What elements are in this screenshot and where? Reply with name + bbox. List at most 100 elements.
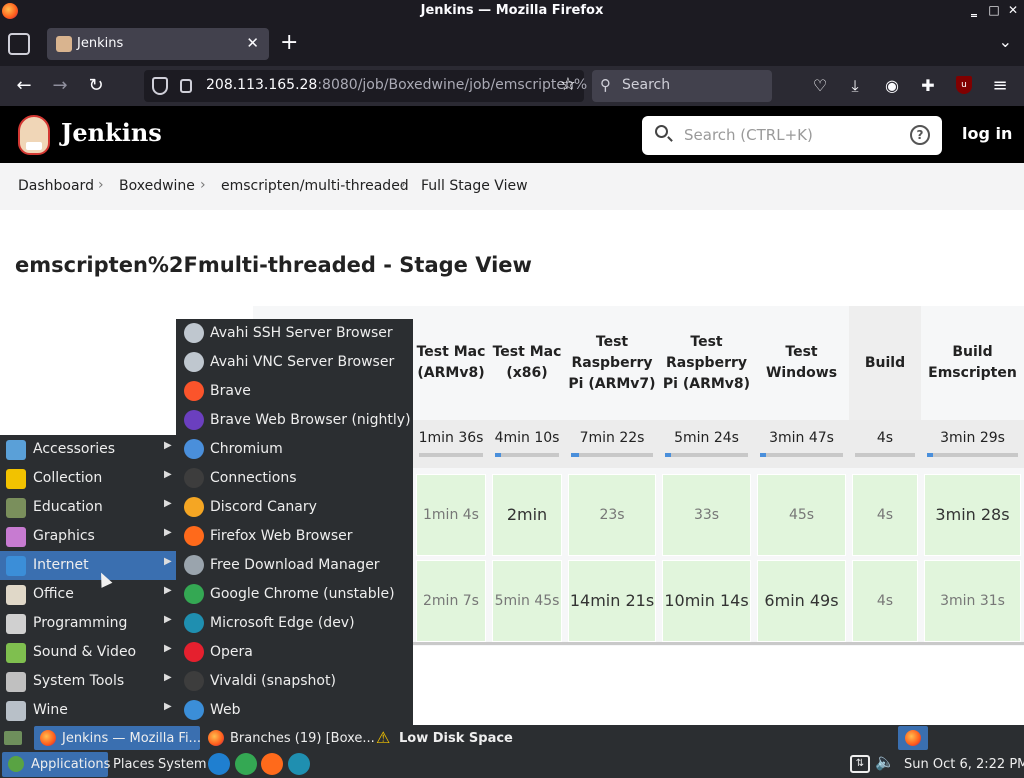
menu-item-avahi-ssh[interactable]: Avahi SSH Server Browser	[176, 319, 413, 348]
new-tab-button[interactable]: +	[280, 30, 298, 56]
breadcrumb-boxedwine[interactable]: Boxedwine	[119, 178, 195, 194]
minimize-button[interactable]: ‗	[966, 2, 982, 18]
submenu-arrow-icon: ▶	[164, 498, 172, 509]
firefox-tray-icon[interactable]	[898, 726, 928, 750]
menu-category-accessories[interactable]: Accessories ▶	[0, 435, 176, 464]
url-bar[interactable]: 208.113.165.28:8080/job/Boxedwine/job/em…	[144, 70, 587, 102]
search-engine-icon[interactable]: ⚲	[600, 76, 611, 94]
stage-cell[interactable]: 10min 14s	[662, 560, 751, 642]
menu-category-graphics[interactable]: Graphics ▶	[0, 522, 176, 551]
account-icon[interactable]: ◉	[880, 74, 904, 98]
jenkins-brand[interactable]: Jenkins	[61, 118, 162, 147]
show-desktop-icon[interactable]	[4, 731, 22, 745]
firefox-view-icon[interactable]	[8, 33, 30, 55]
stage-cell[interactable]: 4s	[852, 560, 918, 642]
jenkins-search-input[interactable]: Search (CTRL+K) ?	[642, 116, 942, 155]
breadcrumb-dashboard[interactable]: Dashboard	[18, 178, 94, 194]
warning-icon[interactable]: ⚠	[376, 728, 390, 747]
stage-cell[interactable]: 3min 28s	[924, 474, 1021, 556]
clock[interactable]: Sun Oct 6, 2:22 PM	[904, 757, 1024, 772]
app-menu-icon[interactable]: ≡	[988, 74, 1012, 98]
menu-category-office[interactable]: Office ▶	[0, 580, 176, 609]
tab-jenkins[interactable]: Jenkins ✕	[47, 28, 269, 60]
browser-search-input[interactable]: ⚲ Search	[592, 70, 772, 102]
menu-item-edge[interactable]: Microsoft Edge (dev)	[176, 609, 413, 638]
reload-button[interactable]: ↻	[84, 74, 108, 98]
vscode-launcher-icon[interactable]	[208, 753, 230, 775]
stage-average: 1min 36s	[413, 420, 489, 468]
menu-category-wine[interactable]: Wine ▶	[0, 696, 176, 725]
stage-cell[interactable]: 3min 31s	[924, 560, 1021, 642]
chrome-launcher-icon[interactable]	[235, 753, 257, 775]
system-menu[interactable]: System	[158, 757, 206, 772]
extensions-icon[interactable]: ✚	[916, 74, 940, 98]
breadcrumb-emscripten[interactable]: emscripten/multi-threaded	[221, 178, 409, 194]
list-all-tabs-icon[interactable]: ⌄	[999, 32, 1012, 51]
stage-cell[interactable]: 2min 35s	[492, 474, 562, 604]
stage-cell[interactable]: 23s	[568, 474, 656, 556]
back-button[interactable]: ←	[12, 74, 36, 98]
stage-cell[interactable]: 1min 4s	[416, 474, 486, 556]
brave-nightly-icon	[184, 410, 204, 430]
applications-menu-button[interactable]: Applications	[2, 752, 110, 777]
task-firefox-branches[interactable]: Branches (19) [Boxe...	[202, 726, 375, 750]
ublock-origin-icon[interactable]: u	[956, 76, 972, 94]
menu-item-download-manager[interactable]: Free Download Manager	[176, 551, 413, 580]
firefox-launcher-icon[interactable]	[261, 753, 283, 775]
menu-item-brave[interactable]: Brave	[176, 377, 413, 406]
jenkins-logo-icon[interactable]	[18, 115, 50, 155]
stage-cell[interactable]: 2min 7s	[416, 560, 486, 642]
close-tab-icon[interactable]: ✕	[246, 34, 259, 52]
menu-item-chromium[interactable]: Chromium	[176, 435, 413, 464]
maximize-button[interactable]: □	[986, 2, 1002, 18]
menu-category-collection[interactable]: Collection ▶	[0, 464, 176, 493]
stage-cell[interactable]: 14min 21s	[568, 560, 656, 642]
menu-item-firefox[interactable]: Firefox Web Browser	[176, 522, 413, 551]
low-disk-space-warning[interactable]: Low Disk Space	[399, 731, 513, 746]
login-link[interactable]: log in	[962, 124, 1012, 143]
menu-item-brave-nightly[interactable]: Brave Web Browser (nightly)	[176, 406, 413, 435]
stage-cell[interactable]: 6min 49s	[757, 560, 846, 642]
breadcrumb-full-stage-view[interactable]: Full Stage View	[421, 178, 528, 194]
tracking-protection-icon[interactable]	[152, 77, 168, 95]
task-firefox-jenkins[interactable]: Jenkins — Mozilla Fi...	[34, 726, 201, 750]
help-icon[interactable]: ?	[910, 125, 930, 145]
page-title: emscripten%2Fmulti-threaded - Stage View	[15, 253, 532, 277]
volume-icon[interactable]: 🔈	[875, 754, 895, 773]
stage-average-time: 4min 10s	[494, 430, 560, 446]
downloads-icon[interactable]: ⤓	[843, 74, 867, 98]
insecure-lock-icon[interactable]	[180, 79, 192, 93]
stage-cell[interactable]: 33s	[662, 474, 751, 556]
edge-launcher-icon[interactable]	[288, 753, 310, 775]
menu-item-discord[interactable]: Discord Canary	[176, 493, 413, 522]
menu-category-education[interactable]: Education ▶	[0, 493, 176, 522]
stage-header: Test Raspberry Pi (ARMv8)	[662, 333, 751, 392]
close-window-button[interactable]: ✕	[1005, 2, 1021, 18]
menu-category-internet[interactable]: Internet ▶	[0, 551, 176, 580]
brave-icon	[184, 381, 204, 401]
menu-category-programming[interactable]: Programming ▶	[0, 609, 176, 638]
bookmark-star-icon[interactable]: ☆	[560, 74, 576, 95]
submenu-arrow-icon: ▶	[164, 440, 172, 451]
menu-category-sound-video[interactable]: Sound & Video ▶	[0, 638, 176, 667]
menu-category-system-tools[interactable]: System Tools ▶	[0, 667, 176, 696]
stage-cell[interactable]: 4s	[852, 474, 918, 556]
network-tray-icon[interactable]: ⇅	[850, 755, 870, 773]
menu-item-connections[interactable]: Connections	[176, 464, 413, 493]
menu-item-opera[interactable]: Opera	[176, 638, 413, 667]
wine-icon	[6, 701, 26, 721]
edge-icon	[184, 613, 204, 633]
search-icon	[655, 125, 668, 138]
menu-item-avahi-vnc[interactable]: Avahi VNC Server Browser	[176, 348, 413, 377]
system-tools-icon	[6, 672, 26, 692]
menu-item-chrome[interactable]: Google Chrome (unstable)	[176, 580, 413, 609]
window-title: Jenkins — Mozilla Firefox	[420, 3, 604, 18]
places-menu[interactable]: Places	[113, 757, 154, 772]
pocket-icon[interactable]: ♡	[808, 74, 832, 98]
menu-item-vivaldi[interactable]: Vivaldi (snapshot)	[176, 667, 413, 696]
menu-item-web[interactable]: Web	[176, 696, 413, 725]
forward-button[interactable]: →	[48, 74, 72, 98]
stage-cell[interactable]: 45s	[757, 474, 846, 556]
stage-cell[interactable]: 5min 45s	[492, 560, 562, 642]
applications-icon	[8, 756, 24, 772]
